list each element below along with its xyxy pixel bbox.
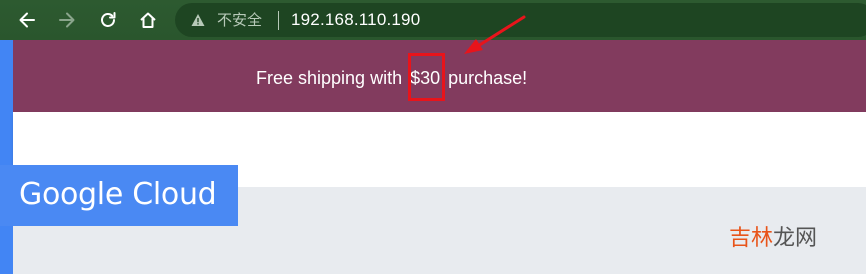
- page: 不安全 192.168.110.190 Free shipping with $…: [0, 0, 866, 274]
- promo-banner: Free shipping with $30 purchase!: [13, 40, 866, 112]
- home-button[interactable]: [134, 6, 162, 34]
- reload-button[interactable]: [94, 6, 122, 34]
- arrow-left-icon: [19, 12, 35, 28]
- promo-text-after: purchase!: [443, 68, 528, 88]
- left-accent-bar: [0, 40, 13, 274]
- promo-text-before: Free shipping with: [256, 68, 408, 88]
- arrow-right-icon: [59, 12, 75, 28]
- promo-text: Free shipping with $30 purchase!: [256, 67, 527, 89]
- forward-button[interactable]: [53, 6, 81, 34]
- address-divider: [278, 11, 279, 30]
- home-icon: [140, 12, 156, 28]
- browser-toolbar: 不安全 192.168.110.190: [0, 0, 866, 40]
- watermark-part-1: 吉林: [729, 226, 774, 251]
- watermark: 吉林龙网: [729, 226, 817, 252]
- watermark-part-2: 龙网: [773, 226, 818, 251]
- reload-icon: [101, 12, 116, 27]
- promo-price: $30: [410, 68, 441, 88]
- logo-text: Google Cloud: [19, 177, 217, 212]
- url-text[interactable]: 192.168.110.190: [291, 10, 420, 30]
- site-logo[interactable]: Google Cloud: [0, 165, 238, 226]
- back-button[interactable]: [13, 6, 41, 34]
- warning-icon[interactable]: [191, 13, 205, 27]
- annotation-arrow-icon: [464, 15, 526, 54]
- security-status-label[interactable]: 不安全: [217, 11, 262, 29]
